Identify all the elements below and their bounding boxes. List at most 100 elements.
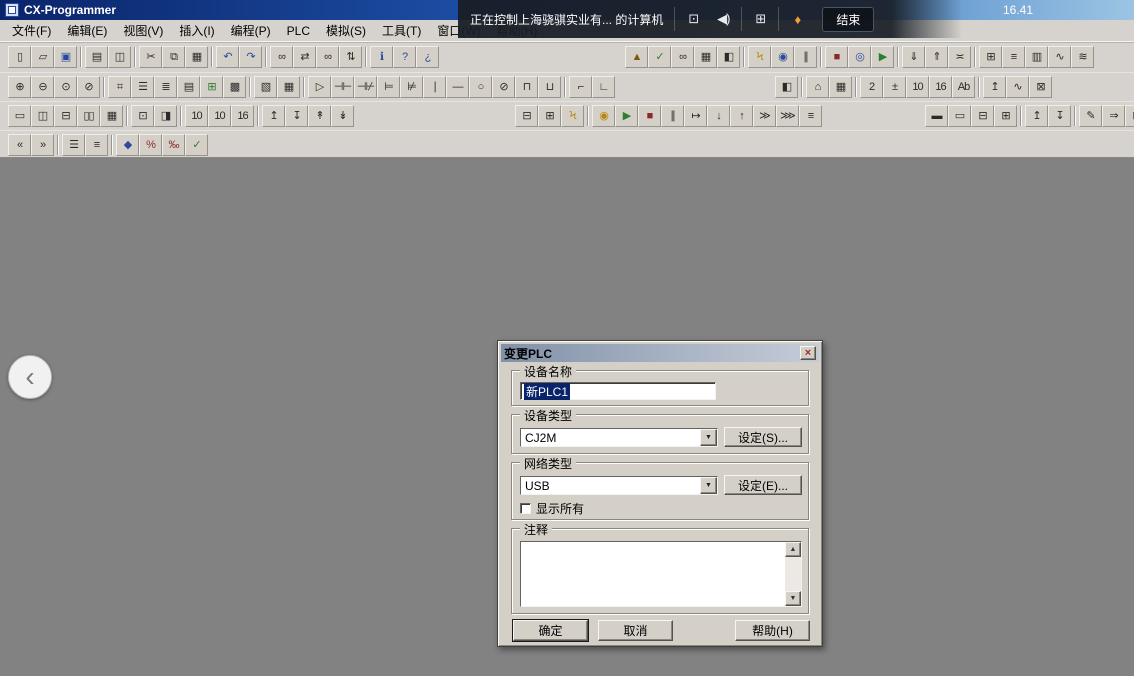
vertical-connection-icon[interactable]: ∣ (423, 76, 446, 98)
menu-item-plc[interactable]: PLC (279, 21, 318, 41)
transfer-from-plc-icon[interactable]: ⇑ (925, 46, 948, 68)
zoom-in-icon[interactable]: ⊕ (8, 76, 31, 98)
font-size-10-icon[interactable]: 10 (185, 105, 208, 127)
differentiate-up-icon[interactable]: ↥ (1025, 105, 1048, 127)
previous-error-icon[interactable]: ↟ (308, 105, 331, 127)
select-mode-icon[interactable]: ▷ (308, 76, 331, 98)
cross-reference-icon[interactable]: ⇅ (339, 46, 362, 68)
tile-vertically-icon[interactable]: ▯▯ (77, 105, 100, 127)
dialog-titlebar[interactable]: 变更PLC × (501, 344, 819, 362)
step-out-icon[interactable]: ↑ (730, 105, 753, 127)
show-rung-dividers-icon[interactable]: ≡ (85, 134, 108, 156)
zoom-to-fit-icon[interactable]: ⊙ (54, 76, 77, 98)
force-on-icon[interactable]: ▬ (925, 105, 948, 127)
show-comments-icon[interactable]: ⊟ (515, 105, 538, 127)
new-instruction-icon[interactable]: ⊓ (515, 76, 538, 98)
show-grid-icon[interactable]: ⌗ (108, 76, 131, 98)
cascade-windows-icon[interactable]: ◫ (31, 105, 54, 127)
zoom-window-icon[interactable]: ⊡ (131, 105, 154, 127)
menu-item-edit[interactable]: 编辑(E) (59, 19, 115, 42)
comment-value[interactable] (521, 542, 785, 606)
ladder-view-icon[interactable]: ▦ (277, 76, 300, 98)
differential-monitor-icon[interactable]: ↥ (983, 76, 1006, 98)
comment-scrollbar[interactable]: ▲ ▼ (785, 542, 801, 606)
online-edit-icon[interactable]: ✎ (1079, 105, 1102, 127)
device-type-select[interactable]: CJ2M ▼ (520, 428, 718, 447)
step-run-icon[interactable]: ↦ (684, 105, 707, 127)
connect-line-up-icon[interactable]: ⌐ (569, 76, 592, 98)
address-reference-tool-icon[interactable]: ⌂ (806, 76, 829, 98)
print-preview-icon[interactable]: ◫ (108, 46, 131, 68)
monitor-scaled-icon[interactable]: ‰ (162, 134, 185, 156)
menu-item-program[interactable]: 编程(P) (223, 19, 279, 42)
monitor-verify-icon[interactable]: ✓ (185, 134, 208, 156)
show-section-list-icon[interactable]: ⊞ (538, 105, 561, 127)
show-rung-list-icon[interactable]: ≣ (154, 76, 177, 98)
menu-item-simulation[interactable]: 模拟(S) (318, 19, 374, 42)
hex-display-icon[interactable]: 16 (929, 76, 952, 98)
new-pb-invoke-icon[interactable]: ⊔ (538, 76, 561, 98)
previous-overlay-button[interactable]: ‹ (8, 355, 52, 399)
time-chart-monitor-icon[interactable]: ≋ (1071, 46, 1094, 68)
horizontal-connection-icon[interactable]: ― (446, 76, 469, 98)
io-comment-view-icon[interactable]: ▩ (223, 76, 246, 98)
differentiate-down-icon[interactable]: ↧ (1048, 105, 1071, 127)
end-session-button[interactable]: 结束 (822, 7, 874, 32)
network-type-select[interactable]: USB ▼ (520, 476, 718, 495)
output-window-icon[interactable]: ◧ (717, 46, 740, 68)
arrange-icons-icon[interactable]: ▦ (100, 105, 123, 127)
overview-window-icon[interactable]: ◨ (154, 105, 177, 127)
simulator-online-icon[interactable]: ◉ (592, 105, 615, 127)
monitor-window-icon[interactable]: ▦ (829, 76, 852, 98)
menu-item-insert[interactable]: 插入(I) (171, 19, 222, 42)
plc-settings-icon[interactable]: ≡ (1002, 46, 1025, 68)
new-window-icon[interactable]: ▭ (8, 105, 31, 127)
monitor-mode-icon[interactable]: ◎ (848, 46, 871, 68)
run-mode-icon[interactable]: ▶ (871, 46, 894, 68)
program-mode-icon[interactable]: ■ (825, 46, 848, 68)
help-icon[interactable]: ? (393, 46, 416, 68)
new-coil-icon[interactable]: ○ (469, 76, 492, 98)
work-online-icon[interactable]: Ϟ (748, 46, 771, 68)
scan-run-icon[interactable]: ⋙ (776, 105, 799, 127)
scroll-down-icon[interactable]: ▼ (785, 591, 801, 606)
previous-rung-icon[interactable]: ↥ (262, 105, 285, 127)
apps-grid-icon[interactable]: ⊞ (745, 6, 775, 32)
pause-monitoring-icon[interactable]: ∥ (794, 46, 817, 68)
force-cancel-icon[interactable]: ⊟ (971, 105, 994, 127)
set-value-icon[interactable]: ⊞ (994, 105, 1017, 127)
open-project-icon[interactable]: ▱ (31, 46, 54, 68)
compile-program-icon[interactable]: ▲ (625, 46, 648, 68)
device-name-input[interactable]: 新PLC1 (520, 382, 716, 400)
signed-decimal-display-icon[interactable]: ± (883, 76, 906, 98)
new-or-closed-contact-icon[interactable]: ⊭ (400, 76, 423, 98)
menu-item-view[interactable]: 视图(V) (115, 19, 171, 42)
show-all-checkbox[interactable] (520, 503, 531, 514)
new-closed-coil-icon[interactable]: ⊘ (492, 76, 515, 98)
chevron-down-icon[interactable]: ▼ (700, 429, 717, 446)
comment-textarea[interactable]: ▲ ▼ (520, 541, 802, 607)
new-or-contact-icon[interactable]: ⊨ (377, 76, 400, 98)
print-icon[interactable]: ▤ (85, 46, 108, 68)
paste-icon[interactable]: ▦ (185, 46, 208, 68)
font-size-16-icon[interactable]: 16 (231, 105, 254, 127)
ok-button[interactable]: 确定 (513, 620, 588, 641)
continuous-step-icon[interactable]: ≫ (753, 105, 776, 127)
remote-tools-icon[interactable]: ♦ (782, 6, 812, 32)
watch-window-icon[interactable]: ▦ (694, 46, 717, 68)
compare-with-plc-icon[interactable]: ≍ (948, 46, 971, 68)
close-icon[interactable]: × (800, 346, 816, 360)
context-help-icon[interactable]: ¿ (416, 46, 439, 68)
tile-horizontally-icon[interactable]: ⊟ (54, 105, 77, 127)
mnemonics-view-icon[interactable]: ▤ (177, 76, 200, 98)
next-error-icon[interactable]: ↡ (331, 105, 354, 127)
menu-item-tools[interactable]: 工具(T) (374, 19, 429, 42)
scroll-up-icon[interactable]: ▲ (785, 542, 801, 557)
simulation-stop-icon[interactable]: ■ (638, 105, 661, 127)
force-off-icon[interactable]: ▭ (948, 105, 971, 127)
toggle-monitoring-icon[interactable]: ◉ (771, 46, 794, 68)
network-type-settings-button[interactable]: 设定(E)... (724, 475, 802, 495)
binary-display-icon[interactable]: 2 (860, 76, 883, 98)
connect-line-down-icon[interactable]: ∟ (592, 76, 615, 98)
memory-view-icon[interactable]: ▥ (1025, 46, 1048, 68)
